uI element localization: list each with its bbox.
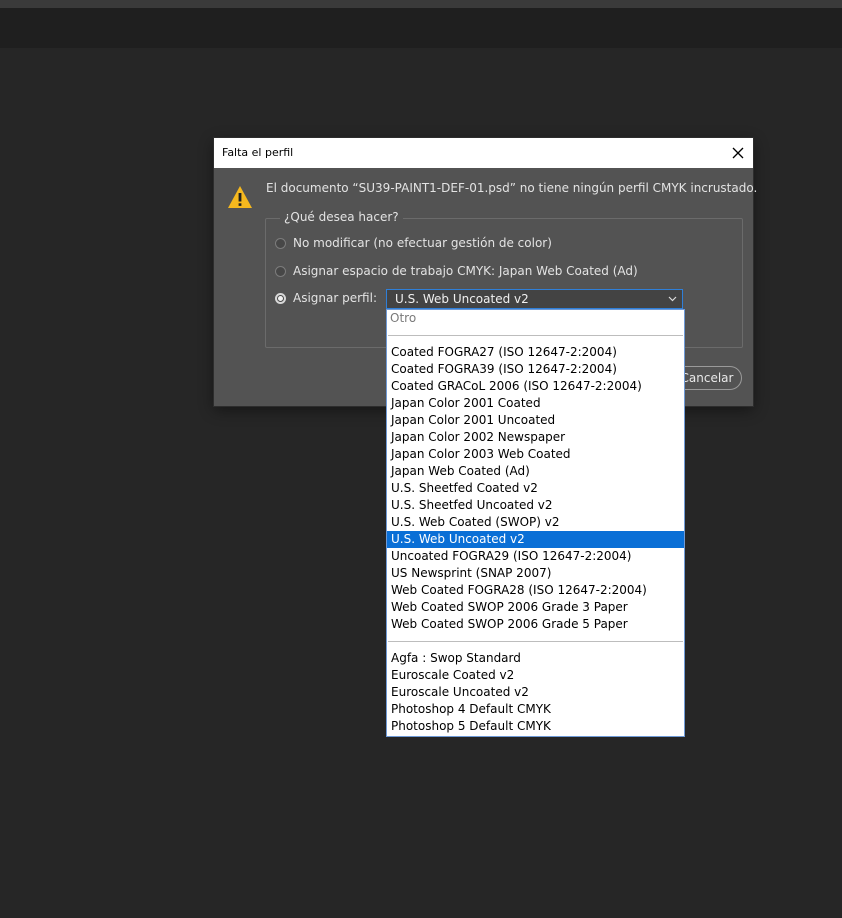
option-label: No modificar (no efectuar gestión de col…	[293, 236, 552, 250]
dropdown-item[interactable]: Coated GRACoL 2006 (ISO 12647-2:2004)	[387, 378, 684, 395]
top-menu-strip	[0, 0, 842, 8]
dropdown-item[interactable]: US Newsprint (SNAP 2007)	[387, 565, 684, 582]
close-button[interactable]	[723, 138, 753, 168]
group-label: ¿Qué desea hacer?	[280, 210, 403, 224]
dropdown-item[interactable]: Japan Color 2002 Newspaper	[387, 429, 684, 446]
separator	[388, 335, 683, 336]
dropdown-item[interactable]: Euroscale Coated v2	[387, 667, 684, 684]
dropdown-item[interactable]: Agfa : Swop Standard	[387, 650, 684, 667]
dropdown-group-legacy: Agfa : Swop Standard Euroscale Coated v2…	[387, 650, 684, 735]
dialog-message: El documento “SU39-PAINT1-DEF-01.psd” no…	[266, 181, 758, 195]
chevron-down-icon	[668, 296, 677, 302]
dropdown-item[interactable]: Photoshop 5 Default CMYK	[387, 718, 684, 735]
dropdown-item[interactable]: Japan Web Coated (Ad)	[387, 463, 684, 480]
option-assign-working-space[interactable]: Asignar espacio de trabajo CMYK: Japan W…	[275, 264, 638, 278]
dialog-title: Falta el perfil	[222, 146, 294, 159]
cancel-label: Cancelar	[680, 371, 734, 385]
profile-select[interactable]: U.S. Web Uncoated v2	[386, 289, 683, 309]
radio-button[interactable]	[275, 265, 286, 277]
options-toolbar	[0, 8, 842, 48]
dropdown-item[interactable]: U.S. Web Coated (SWOP) v2	[387, 514, 684, 531]
dropdown-item[interactable]: Coated FOGRA27 (ISO 12647-2:2004)	[387, 344, 684, 361]
dropdown-item[interactable]: Web Coated SWOP 2006 Grade 5 Paper	[387, 616, 684, 633]
dropdown-item[interactable]: Web Coated SWOP 2006 Grade 3 Paper	[387, 599, 684, 616]
profile-select-value: U.S. Web Uncoated v2	[395, 292, 529, 306]
option-label: Asignar espacio de trabajo CMYK: Japan W…	[293, 264, 638, 278]
dropdown-item[interactable]: U.S. Sheetfed Coated v2	[387, 480, 684, 497]
close-icon	[732, 147, 744, 159]
dropdown-group-standard: Coated FOGRA27 (ISO 12647-2:2004) Coated…	[387, 344, 684, 633]
radio-button-selected[interactable]	[275, 292, 286, 304]
dropdown-item[interactable]: Euroscale Uncoated v2	[387, 684, 684, 701]
dropdown-item-other[interactable]: Otro	[387, 310, 684, 327]
dropdown-item[interactable]: Photoshop 4 Default CMYK	[387, 701, 684, 718]
dropdown-item[interactable]: Japan Color 2001 Uncoated	[387, 412, 684, 429]
dropdown-item[interactable]: Coated FOGRA39 (ISO 12647-2:2004)	[387, 361, 684, 378]
separator	[388, 641, 683, 642]
dropdown-item[interactable]: U.S. Sheetfed Uncoated v2	[387, 497, 684, 514]
profile-dropdown-list[interactable]: Otro Coated FOGRA27 (ISO 12647-2:2004) C…	[386, 309, 685, 737]
dropdown-item[interactable]: Japan Color 2003 Web Coated	[387, 446, 684, 463]
option-label: Asignar perfil:	[293, 291, 377, 305]
warning-icon	[228, 186, 252, 208]
option-no-modify[interactable]: No modificar (no efectuar gestión de col…	[275, 236, 552, 250]
option-assign-profile[interactable]: Asignar perfil:	[275, 291, 377, 305]
dropdown-item-selected[interactable]: U.S. Web Uncoated v2	[387, 531, 684, 548]
dropdown-item[interactable]: Japan Color 2001 Coated	[387, 395, 684, 412]
radio-button[interactable]	[275, 237, 286, 249]
dropdown-item[interactable]: Uncoated FOGRA29 (ISO 12647-2:2004)	[387, 548, 684, 565]
dropdown-item[interactable]: Web Coated FOGRA28 (ISO 12647-2:2004)	[387, 582, 684, 599]
dialog-titlebar: Falta el perfil	[214, 138, 753, 168]
